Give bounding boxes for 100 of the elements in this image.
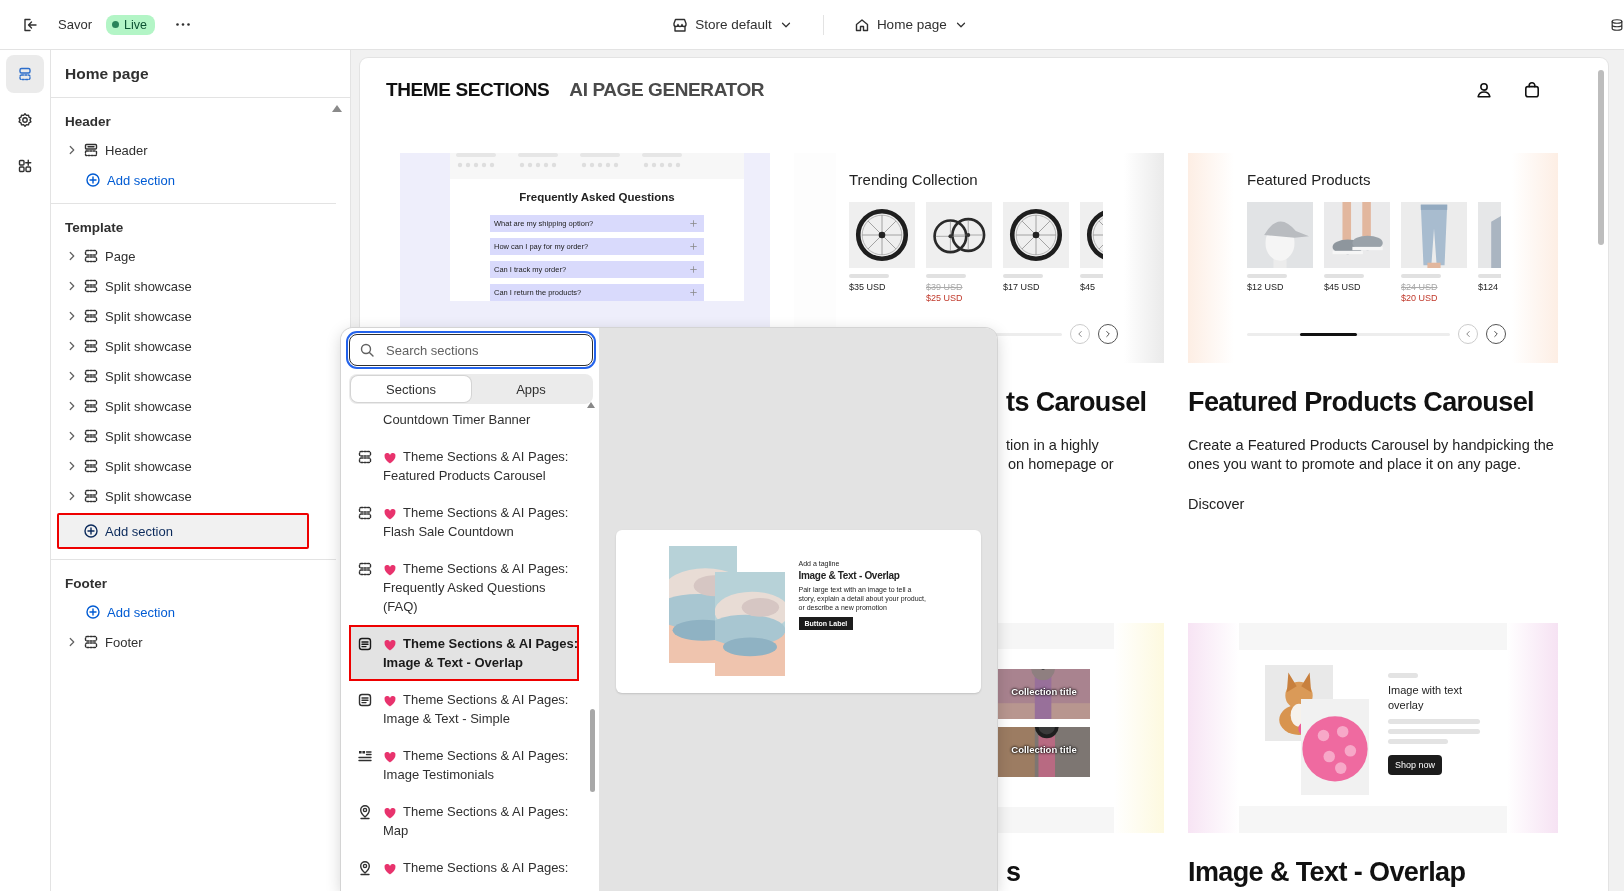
section-icon bbox=[83, 634, 99, 650]
scroll-up-icon[interactable] bbox=[332, 105, 342, 112]
chevron-left-icon bbox=[1463, 329, 1473, 339]
quote-icon bbox=[357, 748, 373, 764]
heart-icon bbox=[383, 861, 397, 876]
section-item[interactable]: Split showcase bbox=[105, 428, 192, 444]
plus-icon bbox=[689, 219, 698, 228]
collection-title: Collection title bbox=[1010, 744, 1078, 755]
text-block-icon bbox=[357, 692, 373, 708]
section-option[interactable]: Theme Sections & AI Pages: Featured Products Carousel bbox=[349, 438, 579, 494]
nav-link[interactable]: AI PAGE GENERATOR bbox=[569, 79, 765, 101]
section-icon bbox=[83, 278, 99, 294]
heart-icon bbox=[383, 693, 397, 708]
section-icon bbox=[83, 458, 99, 474]
price: $25 USD bbox=[926, 293, 963, 304]
section-icon bbox=[83, 488, 99, 504]
section-icon bbox=[83, 248, 99, 264]
section-icon bbox=[83, 398, 99, 414]
section-option[interactable]: Theme Sections & AI Pages: bbox=[349, 849, 579, 886]
add-icon bbox=[85, 604, 101, 620]
tab[interactable]: Sections bbox=[351, 376, 471, 402]
chevron-right-icon bbox=[1491, 329, 1501, 339]
home-icon bbox=[853, 16, 870, 33]
section-icon bbox=[357, 449, 373, 465]
section-option[interactable]: Countdown Timer Banner bbox=[349, 408, 579, 438]
old-price: $39 USD bbox=[926, 282, 963, 293]
user-icon bbox=[1475, 81, 1493, 99]
add-section-button[interactable]: Add section bbox=[57, 513, 309, 549]
store-icon bbox=[672, 16, 689, 33]
sections-icon bbox=[17, 66, 33, 82]
add-icon bbox=[85, 172, 101, 188]
section-option[interactable]: Theme Sections & AI Pages: Map bbox=[349, 793, 579, 849]
group-heading: Header bbox=[65, 112, 112, 131]
stack-icon bbox=[1610, 17, 1624, 32]
section-item[interactable]: Header bbox=[105, 142, 148, 158]
heart-icon bbox=[383, 749, 397, 764]
page-selector[interactable]: Home page bbox=[847, 12, 974, 37]
section-option[interactable]: Theme Sections & AI Pages: Image & Text - Overlap bbox=[349, 625, 579, 681]
collection-title: Collection title bbox=[1010, 686, 1078, 697]
section-item[interactable]: Split showcase bbox=[105, 338, 192, 354]
section-item[interactable]: Split showcase bbox=[105, 308, 192, 324]
add-icon bbox=[83, 523, 99, 539]
heart-icon bbox=[383, 506, 397, 521]
price: $17 USD bbox=[1003, 282, 1040, 293]
description-fragment: tion in a highly bbox=[1005, 436, 1100, 455]
group-heading: Template bbox=[65, 218, 125, 237]
preview-heading: Image & Text - Overlap bbox=[798, 570, 901, 581]
text-block-icon bbox=[357, 636, 373, 652]
price: $12 USD bbox=[1247, 282, 1284, 293]
section-option[interactable]: Theme Sections & AI Pages: Image & Text - Simple bbox=[349, 681, 579, 737]
tab[interactable]: Apps bbox=[471, 376, 591, 402]
scroll-up-icon[interactable] bbox=[587, 402, 595, 408]
carousel-thumb bbox=[1299, 332, 1357, 336]
carousel-heading: Trending Collection bbox=[849, 171, 979, 188]
bag-icon bbox=[1523, 81, 1541, 99]
plus-icon bbox=[689, 288, 698, 297]
search-field[interactable]: Search sections bbox=[349, 334, 593, 366]
old-price: $24 USD bbox=[1401, 282, 1438, 293]
header-icon bbox=[83, 142, 99, 158]
section-item[interactable]: Split showcase bbox=[105, 278, 192, 294]
overlay-heading: Image with text overlay bbox=[1388, 683, 1463, 713]
section-option[interactable]: Theme Sections & AI Pages: Image Testimonials bbox=[349, 737, 579, 793]
exit-icon bbox=[22, 16, 38, 33]
scrollbar-thumb[interactable] bbox=[1598, 70, 1604, 245]
settings-icon bbox=[17, 112, 33, 128]
section-option[interactable]: Theme Sections & AI Pages: Frequently Asked Questions (FAQ) bbox=[349, 550, 579, 625]
price: $20 USD bbox=[1401, 293, 1438, 304]
section-item[interactable]: Split showcase bbox=[105, 368, 192, 384]
section-item[interactable]: Footer bbox=[105, 634, 143, 650]
section-item[interactable]: Split showcase bbox=[105, 398, 192, 414]
discover-link[interactable]: Discover bbox=[1188, 496, 1245, 512]
store-selector[interactable]: Store default bbox=[666, 12, 799, 37]
add-section-button[interactable]: Add section bbox=[65, 165, 336, 195]
add-section-button[interactable]: Add section bbox=[65, 597, 336, 627]
card-description: Create a Featured Products Carousel by handpicking the ones you want to promote and place it on any page. bbox=[1188, 436, 1555, 474]
group-heading: Footer bbox=[65, 574, 108, 593]
carousel-heading: Featured Products bbox=[1247, 171, 1372, 188]
section-item[interactable]: Page bbox=[105, 248, 136, 264]
section-icon bbox=[83, 308, 99, 324]
section-icon bbox=[357, 505, 373, 521]
map-pin-icon bbox=[357, 804, 373, 820]
section-icon bbox=[83, 338, 99, 354]
scrollbar-thumb[interactable] bbox=[590, 709, 595, 792]
card-title: Image & Text - Overlap bbox=[1188, 857, 1466, 887]
placeholder-bar bbox=[1388, 673, 1418, 678]
description-fragment: on homepage or bbox=[1007, 455, 1115, 474]
heart-icon bbox=[383, 637, 397, 652]
card-title: Featured Products Carousel bbox=[1188, 387, 1534, 417]
heart-icon bbox=[383, 805, 397, 820]
search-icon bbox=[359, 342, 375, 358]
more-icon bbox=[175, 23, 190, 26]
chevron-left-icon bbox=[1075, 329, 1085, 339]
section-item[interactable]: Split showcase bbox=[105, 458, 192, 474]
plus-icon bbox=[689, 242, 698, 251]
section-item[interactable]: Split showcase bbox=[105, 488, 192, 504]
heart-icon bbox=[383, 450, 397, 465]
apps-icon bbox=[17, 158, 33, 174]
nav-link[interactable]: THEME SECTIONS bbox=[386, 79, 550, 101]
section-icon bbox=[357, 561, 373, 577]
section-option[interactable]: Theme Sections & AI Pages: Flash Sale Countdown bbox=[349, 494, 579, 550]
